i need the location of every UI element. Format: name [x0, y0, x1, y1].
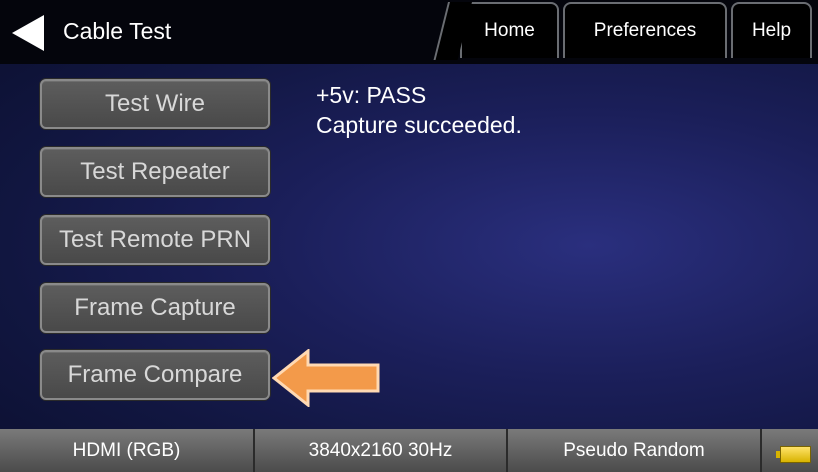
battery-icon: [776, 446, 811, 463]
test-wire-button[interactable]: Test Wire: [40, 79, 270, 129]
tab-help-label: Help: [751, 20, 792, 41]
status-message: +5v: PASS Capture succeeded.: [316, 80, 522, 140]
left-arrow-icon: [272, 349, 380, 407]
tab-preferences-label: Preferences: [593, 20, 697, 41]
test-repeater-button[interactable]: Test Repeater: [40, 147, 270, 197]
tab-home-label: Home: [484, 20, 535, 41]
tab-preferences[interactable]: Preferences: [563, 2, 727, 58]
status-line-capture: Capture succeeded.: [316, 112, 522, 138]
tab-help[interactable]: Help: [731, 2, 812, 58]
back-arrow-icon[interactable]: [12, 15, 44, 51]
pattern-indicator: Pseudo Random: [508, 429, 762, 472]
status-bar: HDMI (RGB) 3840x2160 30Hz Pseudo Random: [0, 429, 818, 472]
frame-capture-button[interactable]: Frame Capture: [40, 283, 270, 333]
interface-indicator: HDMI (RGB): [0, 429, 255, 472]
frame-compare-button[interactable]: Frame Compare: [40, 350, 270, 400]
header-bar: Cable Test Home Preferences Help: [0, 0, 818, 64]
status-line-power: +5v: PASS: [316, 82, 427, 108]
resolution-indicator: 3840x2160 30Hz: [255, 429, 508, 472]
tab-home[interactable]: Home: [460, 2, 559, 58]
page-title: Cable Test: [63, 18, 172, 44]
test-remote-prn-button[interactable]: Test Remote PRN: [40, 215, 270, 265]
